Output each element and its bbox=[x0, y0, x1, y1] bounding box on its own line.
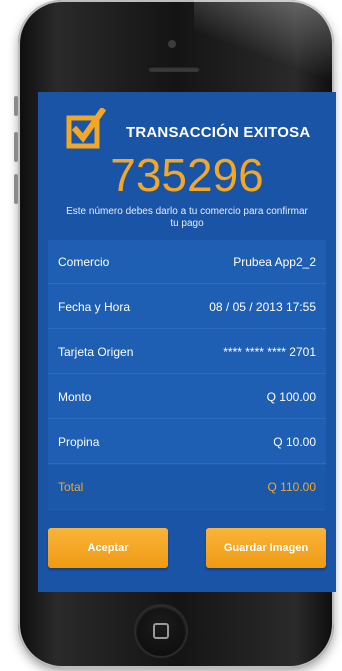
transaction-note: Este número debes darlo a tu comercio pa… bbox=[66, 206, 308, 229]
page-title: TRANSACCIÓN EXITOSA bbox=[126, 124, 311, 141]
accept-button[interactable]: Aceptar bbox=[48, 528, 168, 568]
detail-label: Comercio bbox=[58, 254, 110, 269]
detail-value: 08 / 05 / 2013 17:55 bbox=[209, 299, 316, 314]
detail-row-tarjeta: Tarjeta Origen **** **** **** 2701 bbox=[48, 330, 326, 374]
detail-row-propina: Propina Q 10.00 bbox=[48, 420, 326, 464]
transaction-code: 735296 bbox=[110, 149, 264, 201]
detail-row-fecha: Fecha y Hora 08 / 05 / 2013 17:55 bbox=[48, 285, 326, 329]
earpiece-speaker bbox=[148, 66, 200, 72]
detail-label: Tarjeta Origen bbox=[58, 344, 134, 359]
volume-down-button bbox=[14, 174, 18, 204]
action-buttons: Aceptar Guardar Imagen bbox=[38, 528, 336, 572]
screen-glare bbox=[194, 0, 342, 90]
front-camera bbox=[168, 40, 176, 48]
detail-value: Q 100.00 bbox=[266, 389, 316, 404]
detail-label: Fecha y Hora bbox=[58, 299, 131, 314]
detail-label: Propina bbox=[58, 434, 100, 449]
detail-label: Total bbox=[58, 480, 84, 494]
detail-value: **** **** **** 2701 bbox=[223, 344, 316, 359]
transaction-details: Comercio Prubea App2_2 Fecha y Hora 08 /… bbox=[48, 240, 326, 510]
detail-value: Prubea App2_2 bbox=[233, 254, 316, 269]
home-button[interactable] bbox=[136, 606, 186, 656]
detail-row-monto: Monto Q 100.00 bbox=[48, 375, 326, 419]
save-image-button[interactable]: Guardar Imagen bbox=[206, 528, 326, 568]
detail-value: Q 110.00 bbox=[267, 480, 316, 494]
detail-row-comercio: Comercio Prubea App2_2 bbox=[48, 240, 326, 284]
app-screen: TRANSACCIÓN EXITOSA 735296 Este número d… bbox=[38, 92, 336, 592]
home-square-icon bbox=[153, 623, 169, 639]
volume-up-button bbox=[14, 132, 18, 162]
detail-label: Monto bbox=[58, 389, 92, 404]
mute-switch bbox=[14, 96, 18, 116]
detail-row-total: Total Q 110.00 bbox=[48, 465, 326, 509]
detail-value: Q 10.00 bbox=[273, 434, 316, 449]
checkbox-checked-icon bbox=[66, 108, 106, 149]
